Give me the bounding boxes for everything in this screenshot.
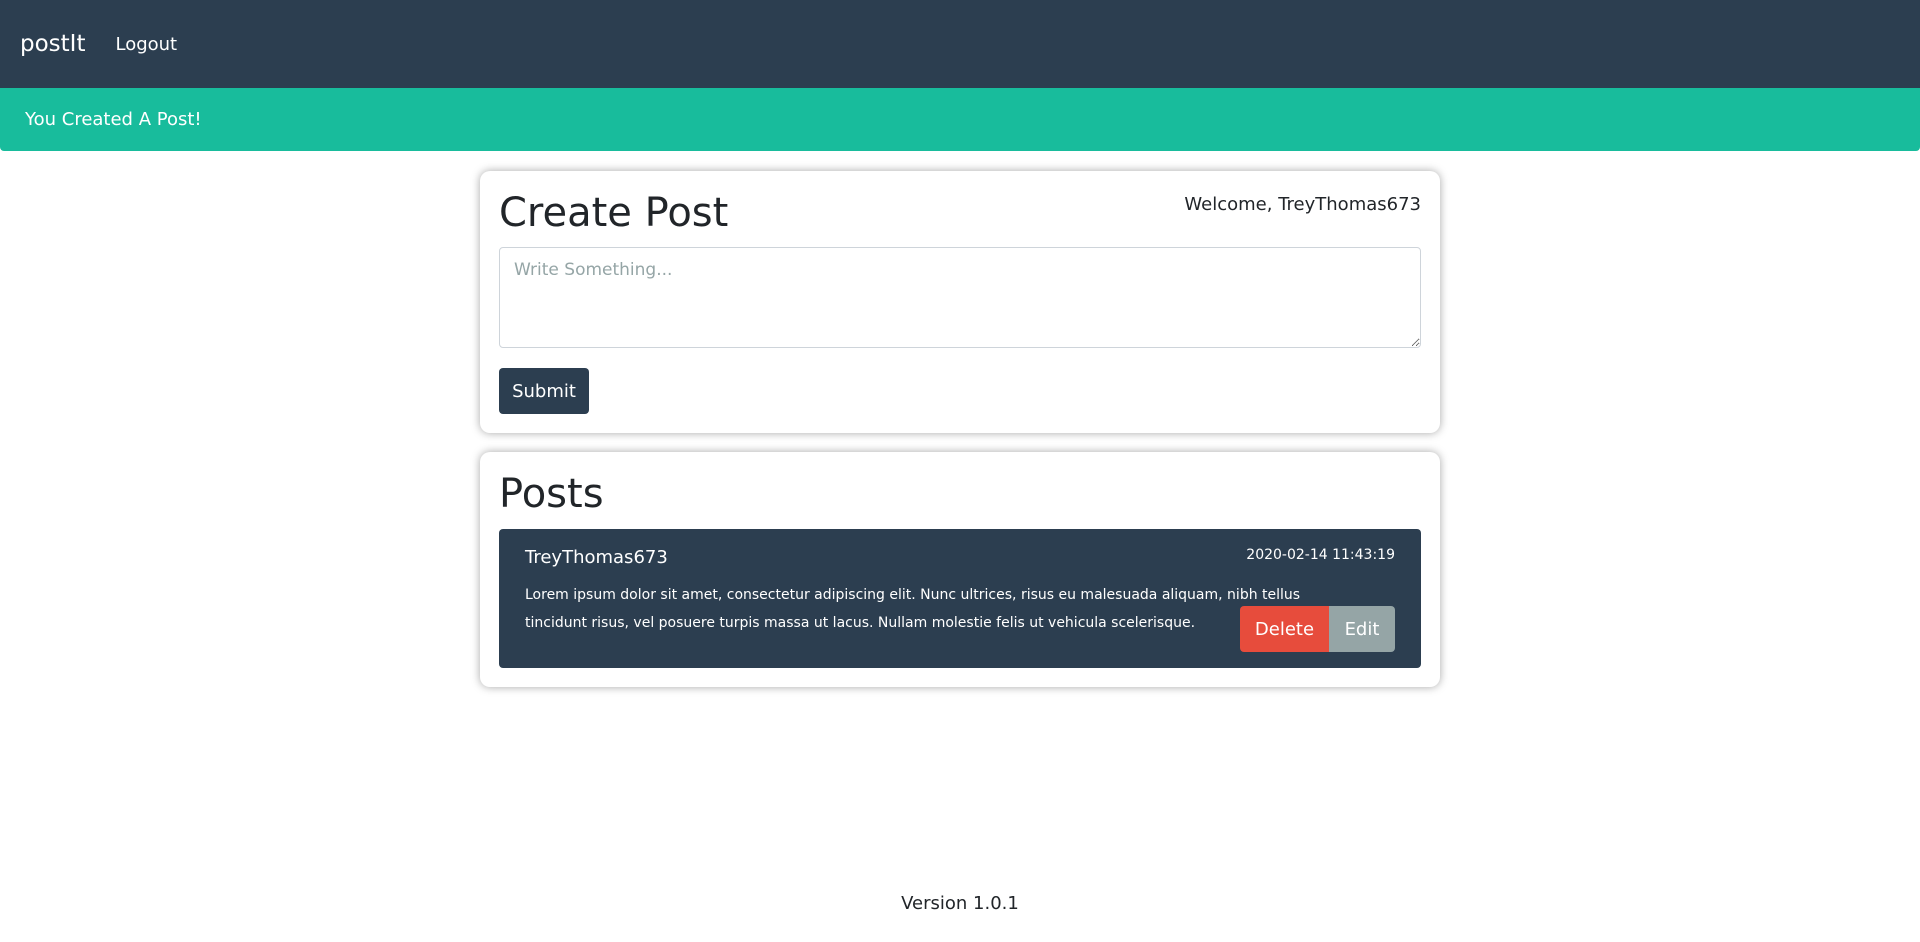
- posts-title: Posts: [499, 471, 604, 517]
- version-text: Version 1.0.1: [901, 893, 1019, 914]
- brand-link[interactable]: postIt: [20, 31, 85, 57]
- post-author: TreyThomas673: [525, 547, 668, 568]
- post-date: 2020-02-14 11:43:19: [1246, 547, 1395, 563]
- footer: Version 1.0.1: [0, 893, 1920, 914]
- submit-button[interactable]: Submit: [499, 368, 589, 414]
- create-post-title: Create Post: [499, 190, 729, 236]
- welcome-text: Welcome, TreyThomas673: [1184, 194, 1421, 215]
- post-body: Lorem ipsum dolor sit amet, consectetur …: [525, 587, 1301, 631]
- create-post-card: Create Post Welcome, TreyThomas673 Submi…: [480, 171, 1440, 433]
- delete-button[interactable]: Delete: [1240, 606, 1329, 652]
- post-textarea[interactable]: [499, 247, 1421, 348]
- edit-button[interactable]: Edit: [1329, 606, 1395, 652]
- logout-link[interactable]: Logout: [115, 34, 177, 55]
- alert-message: You Created A Post!: [25, 109, 202, 130]
- post-item: TreyThomas673 2020-02-14 11:43:19 Lorem …: [499, 529, 1421, 668]
- navbar: postIt Logout: [0, 0, 1920, 88]
- posts-card: Posts TreyThomas673 2020-02-14 11:43:19 …: [480, 452, 1440, 687]
- success-alert: You Created A Post!: [0, 88, 1920, 151]
